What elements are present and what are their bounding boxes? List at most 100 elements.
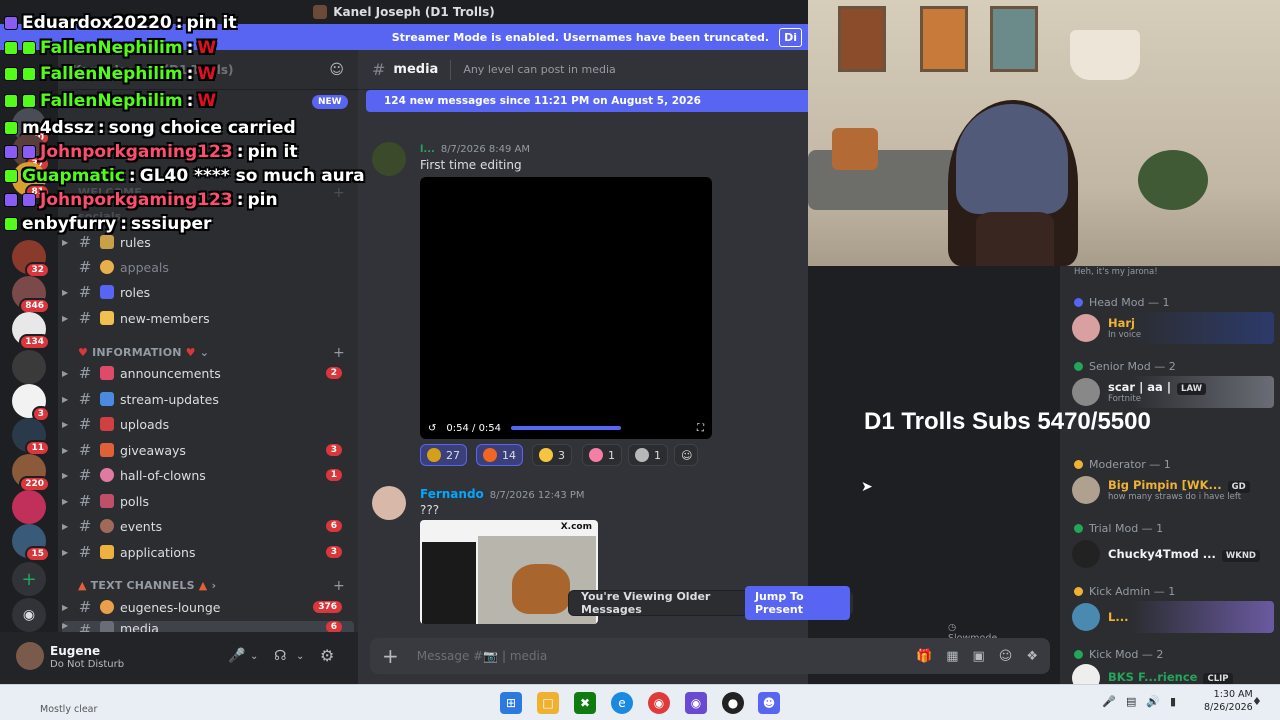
channel-polls[interactable]: ▶ # polls — [62, 489, 354, 513]
reaction-button[interactable]: 1 — [628, 444, 668, 466]
channel-appeals[interactable]: # appeals — [62, 255, 354, 279]
member-item[interactable]: Chucky4Tmod ... WKND — [1070, 538, 1274, 570]
add-attachment-icon[interactable]: + — [382, 644, 399, 668]
pillow — [832, 128, 878, 170]
server-icon[interactable]: 134 — [12, 312, 50, 350]
category-information[interactable]: ♥ INFORMATION ♥ ⌄ + — [78, 345, 345, 361]
sub-badge-icon — [4, 94, 18, 108]
channel-hall-of-clowns[interactable]: ▶ # hall-of-clowns 1 — [62, 463, 354, 487]
streamer-mode-button[interactable]: Di — [779, 27, 802, 47]
avatar[interactable] — [16, 642, 44, 670]
stream-chat-line: Johnporkgaming123: pin it — [4, 142, 297, 162]
caret-icon: ▶ — [62, 621, 69, 630]
weather-label[interactable]: Mostly clear — [40, 704, 97, 715]
older-messages-text: You're Viewing Older Messages — [581, 590, 711, 616]
file-explorer-icon[interactable]: □ — [537, 692, 559, 714]
start-icon[interactable]: ⊞ — [500, 692, 522, 714]
category-marker-icon: ♥ — [78, 346, 89, 359]
user-panel: Eugene Do Not Disturb 🎤 ⌄ ☊ ⌄ ⚙ — [0, 632, 358, 684]
add-channel-icon[interactable]: + — [333, 185, 345, 201]
member-item[interactable]: BKS F...rience CLIP — [1070, 664, 1274, 684]
chevron-down-icon[interactable]: ⌄ — [250, 651, 258, 662]
sticker-icon[interactable]: ▣ — [972, 649, 984, 664]
fullscreen-icon[interactable]: ⛶ — [697, 423, 704, 434]
channel-stream-updates[interactable]: ▶ # stream-updates — [62, 387, 354, 411]
member-name: scar | aa | — [1108, 380, 1172, 394]
gift-icon[interactable]: 🎁 — [916, 649, 932, 664]
video-progress-bar[interactable] — [511, 426, 622, 430]
clock-icon: ◷ — [948, 622, 957, 633]
add-reaction-button[interactable]: ☺ — [674, 444, 698, 466]
member-item[interactable]: Harj In voice — [1070, 312, 1274, 344]
server-icon[interactable]: 11 — [12, 418, 50, 456]
emoji-icon[interactable]: ☺ — [999, 649, 1013, 664]
microphone-icon[interactable]: 🎤 — [1102, 695, 1116, 708]
reaction-button[interactable]: 27 — [420, 444, 467, 466]
clock-date: 8/26/2026 — [1204, 702, 1253, 713]
server-icon[interactable] — [12, 490, 46, 524]
system-clock[interactable]: 1:30 AM 8/26/2026 — [1204, 688, 1253, 714]
discover-icon[interactable]: ◉ — [12, 598, 46, 632]
hash-icon: # — [78, 390, 92, 408]
message-author[interactable]: l... — [420, 144, 435, 155]
channel-eugenes-lounge[interactable]: ▶ # eugenes-lounge 376 — [62, 595, 354, 619]
chrome-icon[interactable]: ◉ — [648, 692, 670, 714]
server-icon[interactable] — [12, 350, 46, 384]
avatar[interactable] — [372, 142, 406, 176]
message-composer[interactable]: + Message #📷 | media 🎁 ▦ ▣ ☺ ❖ — [370, 638, 1050, 674]
replay-icon[interactable]: ↺ — [428, 423, 436, 434]
channel-giveaways[interactable]: ▶ # giveaways 3 — [62, 438, 354, 462]
new-messages-bar[interactable]: 124 new messages since 11:21 PM on Augus… — [366, 90, 808, 112]
add-channel-icon[interactable]: + — [333, 345, 345, 361]
reaction-button[interactable]: 14 — [476, 444, 523, 466]
obs-icon[interactable]: ◉ — [685, 692, 707, 714]
gear-icon[interactable]: ⚙ — [320, 646, 334, 665]
headphones-icon[interactable]: ☊ — [274, 648, 286, 664]
server-icon[interactable]: 220 — [12, 454, 50, 492]
stream-chat-line: enbyfurry: sssiuper — [4, 214, 211, 234]
channel-announcements[interactable]: ▶ # announcements 2 — [62, 361, 354, 385]
embed-thumbnail — [422, 542, 476, 624]
notifications-icon[interactable]: ♦ — [1252, 695, 1262, 708]
channel-emoji-icon — [100, 366, 114, 380]
chevron-down-icon[interactable]: ⌄ — [296, 651, 304, 662]
channel-roles[interactable]: ▶ # roles — [62, 280, 354, 304]
jump-to-present-button[interactable]: Jump To Present — [744, 586, 850, 620]
mouse-cursor-icon: ➤ — [861, 479, 873, 495]
battery-icon[interactable]: ▮ — [1170, 695, 1176, 708]
xbox-icon[interactable]: ✖ — [574, 692, 596, 714]
category-text-channels[interactable]: ▲ TEXT CHANNELS ▲ › + — [78, 578, 345, 594]
member-item[interactable]: scar | aa | LAW Fortnite — [1070, 376, 1274, 408]
invite-icon[interactable]: ☺ — [329, 62, 344, 78]
message-input[interactable]: Message #📷 | media — [417, 649, 547, 663]
video-player[interactable] — [420, 177, 712, 439]
microphone-icon[interactable]: 🎤 — [228, 648, 245, 664]
member-item[interactable]: Big Pimpin [WK... GD how many straws do i … — [1070, 474, 1274, 506]
channel-uploads[interactable]: ▶ # uploads — [62, 412, 354, 436]
add-server-icon[interactable]: + — [12, 562, 46, 596]
channel-new-members[interactable]: ▶ # new-members — [62, 306, 354, 330]
chat-message: W — [197, 91, 217, 111]
channel-events[interactable]: ▶ # events 6 — [62, 514, 354, 538]
app-icon[interactable]: ● — [722, 692, 744, 714]
add-channel-icon[interactable]: + — [333, 578, 345, 594]
member-item[interactable]: L... — [1070, 601, 1274, 633]
reaction-button[interactable]: 3 — [532, 444, 572, 466]
volume-icon[interactable]: 🔊 — [1146, 695, 1160, 708]
server-icon[interactable]: 3 — [12, 384, 50, 422]
taskbar: Mostly clear ⊞ □ ✖ e ◉ ◉ ● ☻ — [0, 684, 1280, 720]
discord-icon[interactable]: ☻ — [758, 692, 780, 714]
server-icon[interactable]: 846 — [12, 276, 50, 314]
server-icon[interactable]: 32 — [12, 240, 50, 278]
member-activity: how many straws do i have left — [1108, 492, 1242, 502]
avatar[interactable] — [372, 486, 406, 520]
apps-icon[interactable]: ❖ — [1026, 649, 1038, 664]
role-header: Senior Mod — 2 — [1074, 360, 1176, 373]
gif-icon[interactable]: ▦ — [946, 649, 958, 664]
message-author[interactable]: Fernando — [420, 487, 484, 501]
network-icon[interactable]: ▤ — [1126, 695, 1136, 708]
channel-applications[interactable]: ▶ # applications 3 — [62, 540, 354, 564]
reaction-button[interactable]: 1 — [582, 444, 622, 466]
server-icon[interactable]: 15 — [12, 524, 50, 562]
edge-icon[interactable]: e — [611, 692, 633, 714]
